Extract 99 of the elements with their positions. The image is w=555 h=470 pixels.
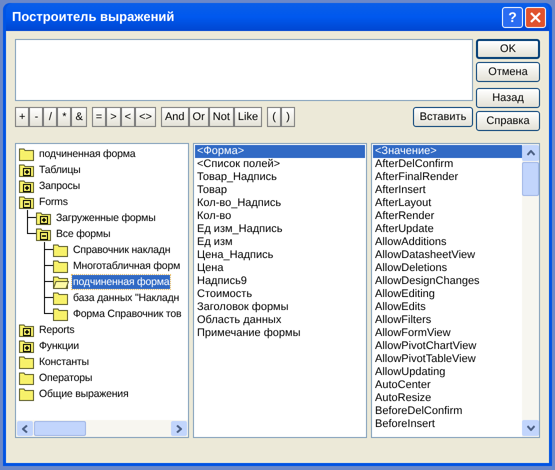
list-item[interactable]: Кол-во [195, 210, 365, 223]
list-item[interactable]: AllowAdditions [373, 236, 522, 249]
list-item[interactable]: Ед изм [195, 236, 365, 249]
tree-item[interactable]: Загруженные формы [55, 211, 157, 225]
close-button[interactable] [525, 6, 546, 28]
dialog-button[interactable]: Отмена [476, 62, 540, 82]
horizontal-scrollbar[interactable] [16, 420, 188, 437]
list-item[interactable]: AllowDesignChanges [373, 275, 522, 288]
tree-item[interactable]: Reports [38, 323, 76, 337]
expression-field[interactable] [15, 39, 473, 101]
operator-button[interactable]: + [15, 107, 30, 127]
tree-item[interactable]: Операторы [38, 371, 94, 385]
operator-button[interactable]: > [106, 107, 121, 127]
folder-icon [19, 388, 35, 400]
list-item[interactable]: Надпись9 [195, 275, 365, 288]
folder-plus-icon [19, 340, 35, 352]
operator-button[interactable]: & [71, 107, 87, 127]
scroll-right-button[interactable] [171, 421, 187, 436]
folder-plus-icon [19, 324, 35, 336]
list-item[interactable]: AllowFilters [373, 314, 522, 327]
folder-icon [19, 148, 35, 160]
tree-item[interactable]: Запросы [38, 179, 81, 193]
list-item[interactable]: AfterLayout [373, 197, 522, 210]
list-item[interactable]: <Значение> [373, 145, 522, 158]
close-icon [530, 12, 541, 22]
list-item[interactable]: AutoCenter [373, 379, 522, 392]
list-item[interactable]: Ед изм_Надпись [195, 223, 365, 236]
list-item[interactable]: AfterRender [373, 210, 522, 223]
folder-icon [53, 308, 69, 320]
scroll-thumb[interactable] [522, 162, 539, 196]
window-title: Построитель выражений [11, 8, 174, 26]
list-item[interactable]: AllowEdits [373, 301, 522, 314]
list-item[interactable]: AllowFormView [373, 327, 522, 340]
list-item[interactable]: <Форма> [195, 145, 365, 158]
insert-button[interactable]: Вставить [413, 107, 473, 127]
list-item[interactable]: Стоимость [195, 288, 365, 301]
list-item[interactable]: AfterFinalRender [373, 171, 522, 184]
list-item[interactable]: Цена [195, 262, 365, 275]
tree-item[interactable]: подчиненная форма [38, 147, 136, 161]
tree-item[interactable]: Все формы [55, 227, 112, 241]
scroll-left-button[interactable] [17, 421, 33, 436]
list-item[interactable]: Цена_Надпись [195, 249, 365, 262]
scroll-up-button[interactable] [522, 145, 539, 161]
operator-button[interactable]: = [92, 107, 106, 127]
list-item[interactable]: BeforeInsert [373, 418, 522, 431]
list-item[interactable]: AutoResize [373, 392, 522, 405]
vertical-scrollbar[interactable] [522, 144, 539, 437]
list-item[interactable]: Товар_Надпись [195, 171, 365, 184]
tree-item[interactable]: Форма Справочник тов [72, 307, 182, 321]
folder-icon [19, 356, 35, 368]
tree-item[interactable]: база данных "Накладн [72, 291, 180, 305]
operator-button[interactable]: ( [267, 107, 282, 127]
tree-item[interactable]: Forms [38, 195, 69, 209]
list-item[interactable]: AllowPivotTableView [373, 353, 522, 366]
folder-icon [53, 260, 69, 272]
dialog-button[interactable]: OK [476, 39, 540, 59]
list-item[interactable]: <Список полей> [195, 158, 365, 171]
tree-item[interactable]: Общие выражения [38, 387, 130, 401]
operator-button[interactable]: And [160, 107, 189, 127]
operator-button[interactable]: <> [135, 107, 156, 127]
operator-button[interactable]: - [29, 107, 44, 127]
list-item[interactable]: AfterInsert [373, 184, 522, 197]
list-item[interactable]: AllowDatasheetView [373, 249, 522, 262]
dialog-button[interactable]: Справка [476, 111, 540, 131]
list-item[interactable]: AfterUpdate [373, 223, 522, 236]
scroll-down-button[interactable] [522, 420, 539, 436]
list-item[interactable]: AfterDelConfirm [373, 158, 522, 171]
open-folder-icon [53, 276, 69, 288]
tree-item[interactable]: Константы [38, 355, 90, 369]
list-item[interactable]: AllowDeletions [373, 262, 522, 275]
list-item[interactable]: Область данных [195, 314, 365, 327]
operator-button[interactable]: ) [281, 107, 296, 127]
operator-button[interactable]: < [120, 107, 136, 127]
list-item[interactable]: Товар [195, 184, 365, 197]
help-button[interactable]: ? [502, 6, 523, 28]
operator-button[interactable]: Like [234, 107, 262, 127]
list-item[interactable]: AllowUpdating [373, 366, 522, 379]
scroll-thumb[interactable] [34, 421, 86, 436]
list-item[interactable]: BeforeDelConfirm [373, 405, 522, 418]
folder-plus-icon [19, 180, 35, 192]
folder-icon [53, 244, 69, 256]
operator-button[interactable]: Not [208, 107, 234, 127]
tree-item[interactable]: Таблицы [38, 163, 82, 177]
list-item[interactable]: Заголовок формы [195, 301, 365, 314]
list-item[interactable]: AllowPivotChartView [373, 340, 522, 353]
folder-plus-icon [19, 164, 35, 176]
operator-button[interactable]: / [43, 107, 58, 127]
list-item[interactable]: Примечание формы [195, 327, 365, 340]
tree-item[interactable]: Многотабличная форм [72, 259, 182, 273]
tree-item[interactable]: Функции [38, 339, 80, 353]
tree-item[interactable]: Справочник накладн [72, 243, 172, 257]
tree-item[interactable]: подчиненная форма [72, 275, 170, 289]
operator-button[interactable]: Or [188, 107, 209, 127]
operator-button[interactable]: * [57, 107, 72, 127]
list-item[interactable]: Кол-во_Надпись [195, 197, 365, 210]
folder-icon [19, 372, 35, 384]
dialog-button[interactable]: Назад [476, 88, 540, 108]
list-item[interactable]: AllowEditing [373, 288, 522, 301]
folder-icon [53, 292, 69, 304]
